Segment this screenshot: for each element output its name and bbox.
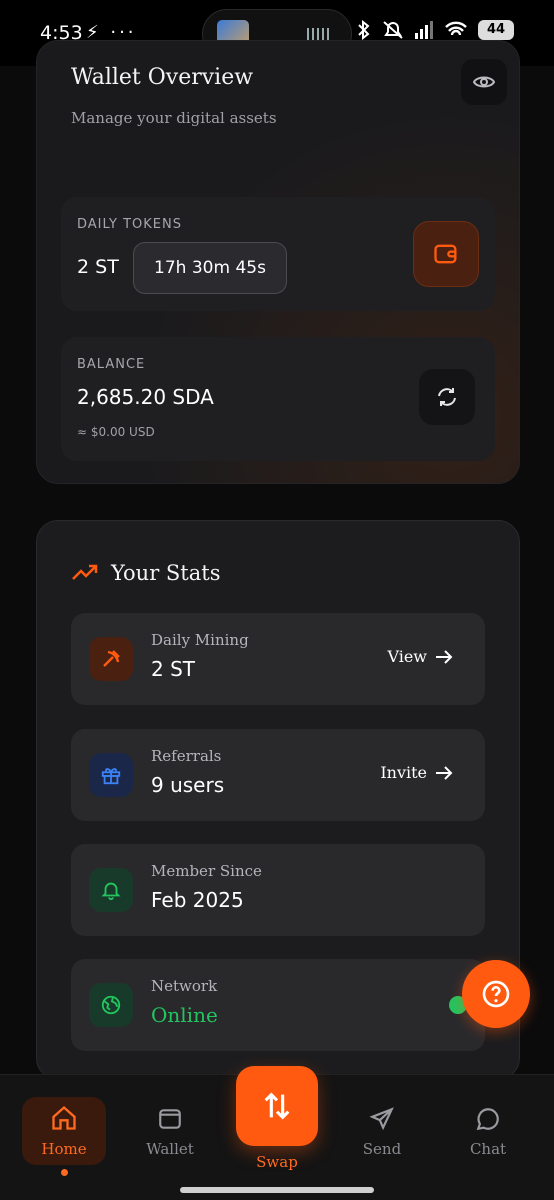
view-label: View bbox=[387, 647, 427, 666]
nav-chat[interactable]: Chat bbox=[446, 1097, 530, 1167]
bluetooth-icon bbox=[358, 20, 370, 40]
eye-icon bbox=[472, 76, 496, 88]
audio-wave-icon bbox=[307, 28, 331, 40]
wallet-overview-card: Wallet Overview Manage your digital asse… bbox=[36, 40, 520, 484]
stat-icon-box bbox=[89, 868, 133, 912]
mute-icon bbox=[383, 21, 403, 39]
arrow-right-icon bbox=[436, 765, 453, 780]
help-button[interactable] bbox=[462, 960, 530, 1028]
bell-icon bbox=[101, 882, 121, 901]
globe-icon bbox=[101, 995, 121, 1015]
balance-usd: ≈ $0.00 USD bbox=[77, 425, 155, 439]
stat-row-daily-mining: Daily Mining 2 ST View bbox=[71, 613, 485, 705]
nav-wallet[interactable]: Wallet bbox=[128, 1097, 212, 1167]
nav-home[interactable]: Home bbox=[22, 1097, 106, 1165]
stat-value: 9 users bbox=[151, 773, 225, 797]
stat-value: 2 ST bbox=[151, 657, 195, 681]
invite-button[interactable]: Invite bbox=[380, 763, 453, 782]
swap-button[interactable] bbox=[236, 1066, 318, 1146]
network-status-value: Online bbox=[151, 1003, 218, 1027]
nav-chat-label: Chat bbox=[469, 1140, 507, 1158]
nav-home-label: Home bbox=[41, 1140, 87, 1158]
nav-swap-label: Swap bbox=[256, 1153, 298, 1171]
home-indicator bbox=[180, 1187, 374, 1193]
stat-icon-box bbox=[89, 753, 133, 797]
nav-wallet-label: Wallet bbox=[146, 1140, 194, 1158]
stat-value: Feb 2025 bbox=[151, 888, 244, 912]
stat-icon-box bbox=[89, 637, 133, 681]
refresh-icon bbox=[438, 388, 456, 406]
toggle-visibility-button[interactable] bbox=[461, 59, 507, 105]
active-tab-dot bbox=[61, 1169, 68, 1176]
balance-value: 2,685.20 SDA bbox=[77, 385, 214, 409]
overview-title: Wallet Overview bbox=[71, 65, 254, 90]
countdown-timer: 17h 30m 45s bbox=[133, 242, 287, 294]
pickaxe-icon bbox=[103, 650, 120, 667]
swap-arrows-icon bbox=[264, 1092, 290, 1120]
chat-icon bbox=[476, 1108, 499, 1131]
trending-up-icon bbox=[72, 564, 98, 580]
gift-icon bbox=[101, 768, 121, 785]
daily-tokens-value: 2 ST bbox=[77, 256, 119, 278]
nav-send[interactable]: Send bbox=[340, 1097, 424, 1167]
overview-subtitle: Manage your digital assets bbox=[71, 109, 277, 127]
stat-row-member-since: Member Since Feb 2025 bbox=[71, 844, 485, 936]
balance-label: BALANCE bbox=[77, 357, 146, 372]
help-icon bbox=[482, 980, 510, 1008]
status-right-icons: 44 bbox=[356, 20, 514, 40]
stats-title: Your Stats bbox=[111, 561, 221, 585]
stat-row-network: Network Online bbox=[71, 959, 485, 1051]
stat-row-referrals: Referrals 9 users Invite bbox=[71, 729, 485, 821]
send-icon bbox=[369, 1107, 394, 1131]
stat-label: Member Since bbox=[151, 862, 262, 880]
stats-header: Your Stats bbox=[71, 561, 220, 585]
stat-label: Daily Mining bbox=[151, 631, 249, 649]
view-mining-button[interactable]: View bbox=[387, 647, 453, 666]
signal-icon bbox=[415, 21, 433, 39]
stat-label: Referrals bbox=[151, 747, 222, 765]
bottom-navigation: Home Wallet Swap Send Chat bbox=[0, 1066, 554, 1200]
stat-label: Network bbox=[151, 977, 218, 995]
wallet-icon bbox=[434, 244, 457, 264]
home-icon bbox=[52, 1105, 76, 1130]
daily-tokens-label: DAILY TOKENS bbox=[77, 217, 182, 232]
battery-indicator: 44 bbox=[478, 20, 514, 40]
stat-icon-box bbox=[89, 983, 133, 1027]
balance-panel: BALANCE 2,685.20 SDA ≈ $0.00 USD bbox=[61, 337, 495, 461]
daily-tokens-panel: DAILY TOKENS 2 ST 17h 30m 45s bbox=[61, 197, 495, 311]
your-stats-card: Your Stats Daily Mining 2 ST View Referr… bbox=[36, 520, 520, 1080]
wifi-icon bbox=[445, 21, 467, 36]
arrow-right-icon bbox=[436, 649, 453, 664]
nav-send-label: Send bbox=[362, 1140, 402, 1158]
wallet-icon bbox=[159, 1109, 181, 1129]
wallet-action-button[interactable] bbox=[413, 221, 479, 287]
invite-label: Invite bbox=[380, 763, 427, 782]
refresh-balance-button[interactable] bbox=[419, 369, 475, 425]
